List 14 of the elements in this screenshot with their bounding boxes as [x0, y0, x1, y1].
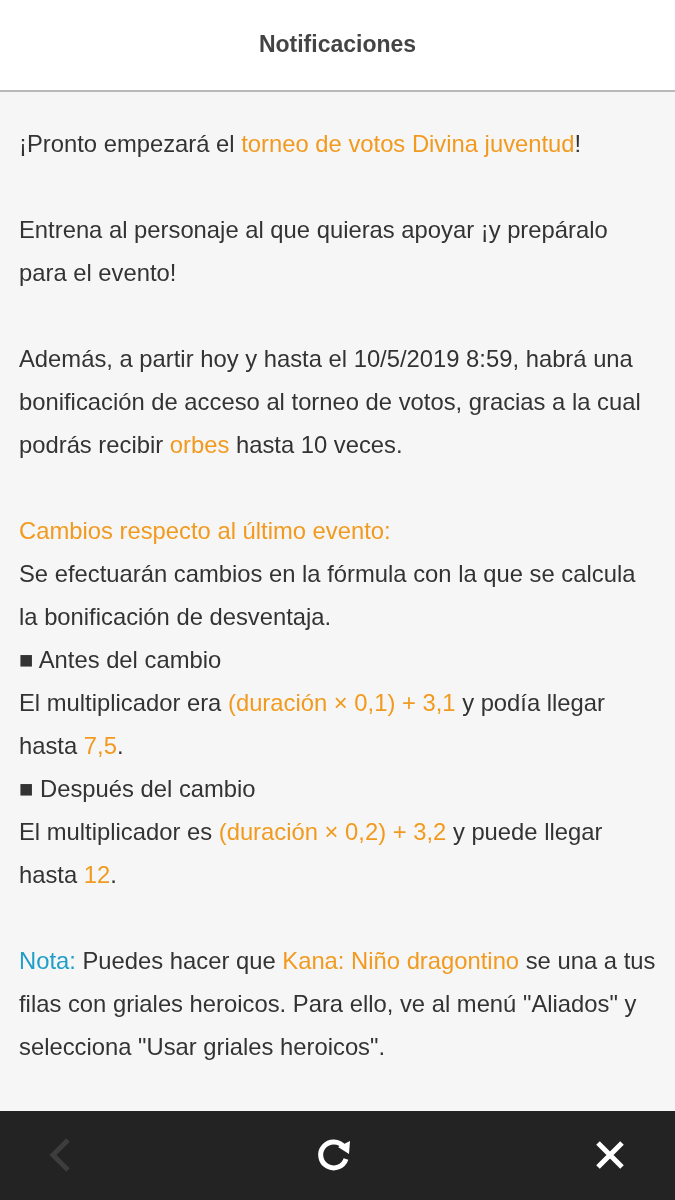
message-text: Además, a partir hoy y hasta el 10/5/2019 8:59, habrá una bonificación de acceso al torneo de votos, gracias a la cual podrás recibir orbes hasta 10 veces.	[19, 343, 642, 460]
close-button[interactable]	[595, 1140, 625, 1171]
message-text: El multiplicador es (duración × 0,2) + 3,2 y puede llegar hasta 12.	[19, 816, 604, 890]
header-title: Notificaciones	[258, 31, 417, 59]
message-text: Entrena al personaje al que quieras apoyar ¡y prepáralo para el evento!	[19, 214, 609, 288]
event-link[interactable]: torneo de votos Divina juventud	[241, 129, 575, 157]
message-text: Nota: Puedes hacer que Kana: Niño dragontino se una a tus filas con griales heroicos. Para ello, ve al menú "Aliados" y selecciona "Usar griales heroicos".	[19, 945, 656, 1062]
message-text: ■ Antes del cambio	[19, 644, 223, 675]
message-text: ■ Después del cambio	[19, 773, 257, 804]
message-text: Cambios respecto al último evento:	[19, 515, 392, 546]
close-icon	[595, 1140, 625, 1171]
message-text: ¡Pronto empezará el torneo de votos Divina juventud!	[19, 128, 583, 159]
message-text: Se efectuarán cambios en la fórmula con la que se calcula la bonificación de desventaja.	[19, 558, 637, 632]
message-text: El multiplicador era (duración × 0,1) + 3,1 y podía llegar hasta 7,5.	[19, 687, 606, 761]
